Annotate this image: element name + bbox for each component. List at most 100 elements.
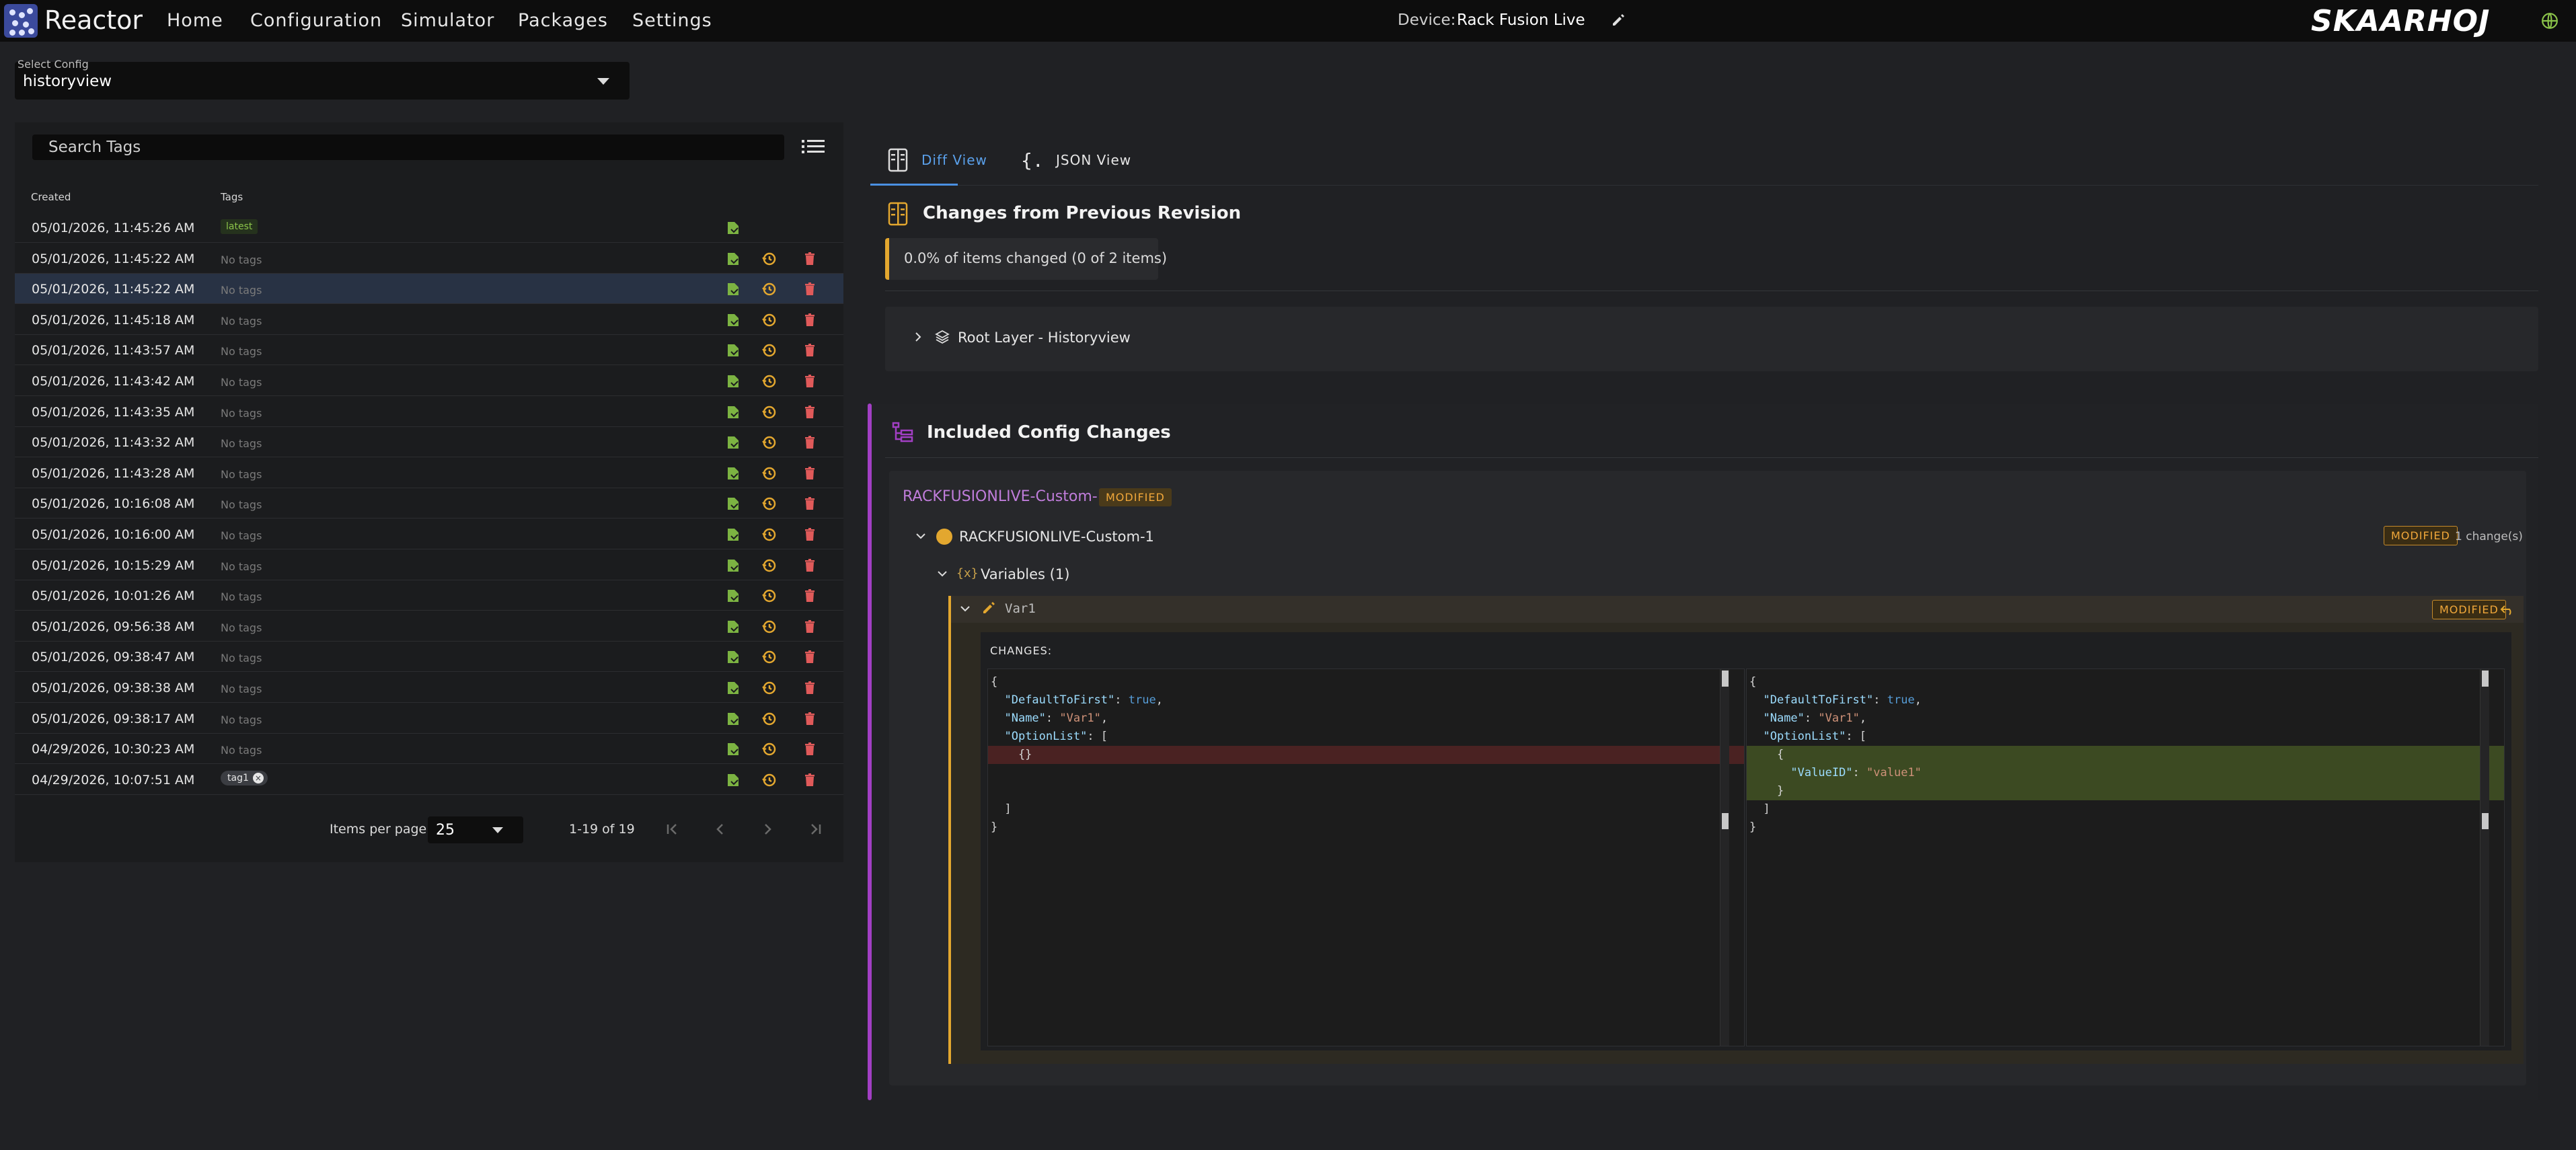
load-config-icon[interactable] [725, 465, 741, 482]
load-config-icon[interactable] [725, 772, 741, 788]
delete-icon[interactable] [802, 373, 818, 389]
dropdown-arrow-icon[interactable] [492, 827, 503, 833]
table-row[interactable]: 05/01/2026, 11:45:22 AM No tags [15, 274, 843, 305]
delete-icon[interactable] [802, 558, 818, 574]
table-row[interactable]: 05/01/2026, 10:16:08 AM No tags [15, 488, 843, 519]
card-title[interactable]: RACKFUSIONLIVE-Custom-1 [903, 488, 1107, 505]
table-row[interactable]: 04/29/2026, 10:30:23 AM No tags [15, 734, 843, 765]
load-config-icon[interactable] [725, 527, 741, 543]
table-row[interactable]: 05/01/2026, 10:15:29 AM No tags [15, 550, 843, 580]
nav-settings[interactable]: Settings [632, 10, 712, 31]
scrollbar-thumb[interactable] [1722, 813, 1729, 829]
table-row[interactable]: 05/01/2026, 11:43:57 AM No tags [15, 335, 843, 366]
delete-icon[interactable] [802, 281, 818, 297]
delete-icon[interactable] [802, 527, 818, 543]
table-row[interactable]: 05/01/2026, 09:38:17 AM No tags [15, 703, 843, 734]
scrollbar-thumb[interactable] [2482, 813, 2489, 829]
load-config-icon[interactable] [725, 496, 741, 512]
restore-icon[interactable] [761, 772, 778, 788]
delete-icon[interactable] [802, 251, 818, 267]
delete-icon[interactable] [802, 434, 818, 451]
load-config-icon[interactable] [725, 434, 741, 451]
table-row[interactable]: 05/01/2026, 10:16:00 AM No tags [15, 519, 843, 549]
delete-icon[interactable] [802, 741, 818, 757]
items-per-page-value[interactable]: 25 [436, 822, 455, 839]
restore-icon[interactable] [761, 619, 778, 635]
globe-icon[interactable] [2541, 12, 2559, 30]
diff-editor-modified[interactable]: { "DefaultToFirst": true, "Name": "Var1"… [1746, 668, 2505, 1046]
delete-icon[interactable] [802, 312, 818, 328]
load-config-icon[interactable] [725, 558, 741, 574]
restore-icon[interactable] [761, 496, 778, 512]
first-page-icon[interactable] [662, 819, 682, 839]
editor-scrollbar[interactable] [2480, 669, 2489, 1046]
tab-json-label[interactable]: JSON View [1056, 152, 1131, 168]
chevron-right-icon[interactable] [912, 331, 924, 343]
editor-scrollbar[interactable] [1720, 669, 1729, 1046]
last-page-icon[interactable] [806, 819, 826, 839]
scrollbar-thumb[interactable] [1722, 670, 1729, 687]
app-name[interactable]: Reactor [44, 5, 143, 35]
previous-page-icon[interactable] [710, 819, 730, 839]
variables-label[interactable]: Variables (1) [981, 566, 1069, 582]
undo-icon[interactable] [2499, 601, 2515, 617]
remove-tag-icon[interactable]: × [252, 772, 264, 783]
list-icon[interactable] [802, 136, 825, 157]
table-row[interactable]: 05/01/2026, 11:43:35 AM No tags [15, 397, 843, 427]
table-row[interactable]: 05/01/2026, 11:43:42 AM No tags [15, 366, 843, 396]
delete-icon[interactable] [802, 619, 818, 635]
chevron-down-icon[interactable] [959, 603, 971, 615]
restore-icon[interactable] [761, 281, 778, 297]
nav-home[interactable]: Home [167, 10, 223, 31]
restore-icon[interactable] [761, 251, 778, 267]
table-row[interactable]: 05/01/2026, 11:43:28 AM No tags [15, 458, 843, 488]
load-config-icon[interactable] [725, 680, 741, 696]
json-icon[interactable]: {..} [1021, 148, 1048, 172]
restore-icon[interactable] [761, 588, 778, 604]
restore-icon[interactable] [761, 373, 778, 389]
load-config-icon[interactable] [725, 281, 741, 297]
load-config-icon[interactable] [725, 251, 741, 267]
diff-icon[interactable] [888, 148, 908, 172]
table-row[interactable]: 05/01/2026, 11:45:18 AM No tags [15, 305, 843, 335]
next-page-icon[interactable] [757, 819, 778, 839]
restore-icon[interactable] [761, 741, 778, 757]
table-row[interactable]: 05/01/2026, 09:38:47 AM No tags [15, 642, 843, 673]
load-config-icon[interactable] [725, 649, 741, 665]
table-row[interactable]: 04/29/2026, 10:07:51 AM tag1 × [15, 765, 843, 795]
restore-icon[interactable] [761, 434, 778, 451]
delete-icon[interactable] [802, 649, 818, 665]
delete-icon[interactable] [802, 404, 818, 420]
restore-icon[interactable] [761, 711, 778, 727]
root-layer-row[interactable] [885, 307, 2538, 371]
search-tags-input[interactable] [48, 136, 782, 159]
edit-device-icon[interactable] [1610, 12, 1626, 28]
root-layer-label[interactable]: Root Layer - Historyview [958, 330, 1131, 346]
config-select-value[interactable]: historyview [23, 73, 112, 90]
variable-header[interactable] [951, 596, 2524, 623]
reactor-logo-icon[interactable] [4, 4, 38, 38]
delete-icon[interactable] [802, 772, 818, 788]
diff-editor-original[interactable]: { "DefaultToFirst": true, "Name": "Var1"… [987, 668, 1745, 1046]
table-row[interactable]: 05/01/2026, 11:43:32 AM No tags [15, 427, 843, 458]
load-config-icon[interactable] [725, 220, 741, 236]
table-row[interactable]: 05/01/2026, 09:38:38 AM No tags [15, 673, 843, 703]
table-row[interactable]: 05/01/2026, 11:45:26 AM latest [15, 213, 843, 243]
restore-icon[interactable] [761, 465, 778, 482]
load-config-icon[interactable] [725, 588, 741, 604]
delete-icon[interactable] [802, 342, 818, 358]
chevron-down-icon[interactable] [936, 568, 948, 580]
node-label[interactable]: RACKFUSIONLIVE-Custom-1 [959, 529, 1154, 545]
restore-icon[interactable] [761, 680, 778, 696]
nav-configuration[interactable]: Configuration [250, 10, 382, 31]
load-config-icon[interactable] [725, 404, 741, 420]
load-config-icon[interactable] [725, 619, 741, 635]
nav-packages[interactable]: Packages [518, 10, 608, 31]
load-config-icon[interactable] [725, 312, 741, 328]
load-config-icon[interactable] [725, 373, 741, 389]
restore-icon[interactable] [761, 527, 778, 543]
restore-icon[interactable] [761, 404, 778, 420]
dropdown-arrow-icon[interactable] [597, 78, 609, 85]
restore-icon[interactable] [761, 342, 778, 358]
tab-diff-label[interactable]: Diff View [921, 152, 987, 168]
